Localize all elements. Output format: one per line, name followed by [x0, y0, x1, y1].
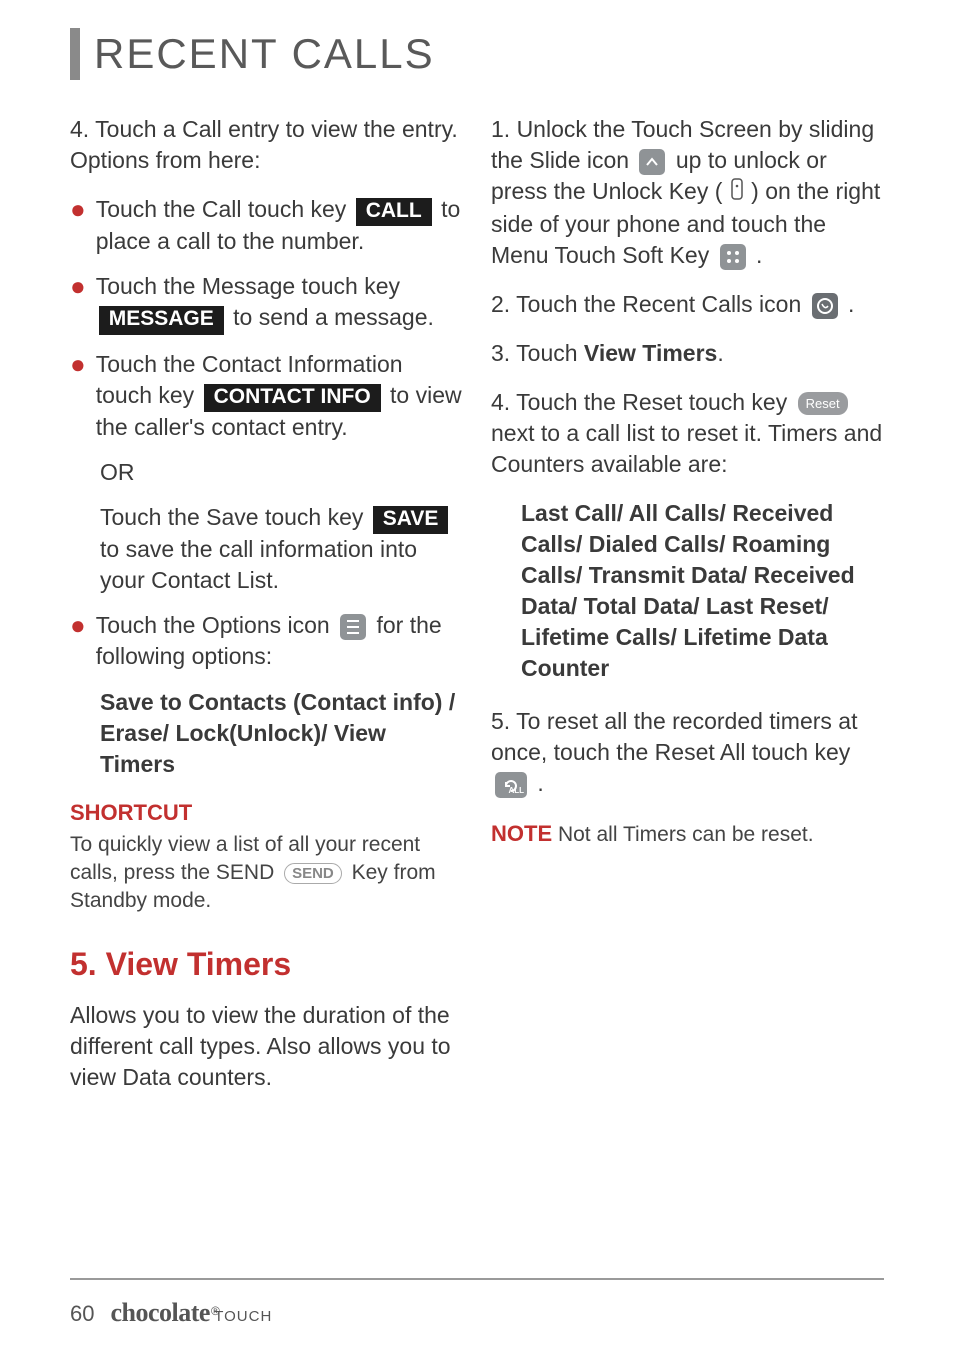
- reset-all-icon[interactable]: ALL: [495, 772, 527, 798]
- s5-pre: 5. To reset all the recorded timers at o…: [491, 708, 857, 765]
- page-footer: 60 chocolate® TOUCH: [70, 1278, 884, 1328]
- page-title-block: RECENT CALLS: [70, 28, 884, 80]
- s1-end: .: [756, 242, 762, 268]
- bullet-options-content: Touch the Options icon for the following…: [96, 610, 463, 672]
- title-accent-bar: [70, 28, 80, 80]
- bullet-save-pre: Touch the Save touch key: [100, 504, 370, 530]
- note-heading: NOTE: [491, 821, 552, 846]
- bullet-contact-info: ● Touch the Contact Information touch ke…: [70, 349, 463, 443]
- bullet-save-post: to save the call information into your C…: [100, 536, 417, 593]
- bullet-dot-icon: ●: [70, 273, 86, 334]
- bullet-message-pre: Touch the Message touch key: [96, 273, 400, 299]
- message-key[interactable]: MESSAGE: [99, 306, 224, 334]
- s3-end: .: [717, 340, 723, 366]
- s3-bold: View Timers: [584, 340, 717, 366]
- s4-post: next to a call list to reset it. Timers …: [491, 420, 882, 477]
- options-icon[interactable]: [340, 614, 366, 640]
- note-block: NOTE Not all Timers can be reset.: [491, 819, 884, 849]
- right-step-2: 2. Touch the Recent Calls icon .: [491, 289, 884, 320]
- contact-info-key[interactable]: CONTACT INFO: [204, 384, 381, 412]
- bullet-message: ● Touch the Message touch key MESSAGE to…: [70, 271, 463, 334]
- page-number: 60: [70, 1301, 94, 1327]
- page-title: RECENT CALLS: [94, 28, 435, 80]
- left-step-4: 4. Touch a Call entry to view the entry.…: [70, 114, 463, 176]
- bullet-dot-icon: ●: [70, 351, 86, 443]
- shortcut-heading: SHORTCUT: [70, 798, 463, 828]
- options-list: Save to Contacts (Contact info) / Erase/…: [100, 687, 463, 780]
- bullet-message-post: to send a message.: [233, 304, 434, 330]
- footer-row: 60 chocolate® TOUCH: [70, 1298, 884, 1328]
- unlock-key-icon[interactable]: [731, 177, 743, 208]
- reset-key[interactable]: Reset: [798, 392, 848, 416]
- bullet-options: ● Touch the Options icon for the followi…: [70, 610, 463, 672]
- bullet-contact-info-content: Touch the Contact Information touch key …: [96, 349, 463, 443]
- or-label: OR: [100, 457, 463, 488]
- s2-pre: 2. Touch the Recent Calls icon: [491, 291, 808, 317]
- menu-soft-key-icon[interactable]: [720, 244, 746, 270]
- timers-list: Last Call/ All Calls/ Received Calls/ Di…: [521, 498, 884, 684]
- right-step-4: 4. Touch the Reset touch key Reset next …: [491, 387, 884, 480]
- s2-end: .: [848, 291, 854, 317]
- save-key[interactable]: SAVE: [373, 506, 449, 534]
- shortcut-body: To quickly view a list of all your recen…: [70, 831, 463, 914]
- content-columns: 4. Touch a Call entry to view the entry.…: [70, 114, 884, 1093]
- recent-calls-icon[interactable]: [812, 293, 838, 319]
- footer-divider: [70, 1278, 884, 1280]
- s3-pre: 3. Touch: [491, 340, 584, 366]
- right-column: 1. Unlock the Touch Screen by sliding th…: [491, 114, 884, 1093]
- note-body: Not all Timers can be reset.: [552, 823, 813, 846]
- bullet-opt-pre: Touch the Options icon: [96, 612, 336, 638]
- brand-name: chocolate: [110, 1298, 209, 1327]
- bullet-message-content: Touch the Message touch key MESSAGE to s…: [96, 271, 463, 334]
- s4-pre: 4. Touch the Reset touch key: [491, 389, 794, 415]
- bullet-dot-icon: ●: [70, 612, 86, 672]
- save-block: Touch the Save touch key SAVE to save th…: [100, 502, 463, 596]
- send-key-icon[interactable]: SEND: [284, 863, 342, 885]
- brand-sub: TOUCH: [214, 1308, 272, 1325]
- bullet-call-pre: Touch the Call touch key: [96, 196, 353, 222]
- s5-end: .: [537, 770, 543, 796]
- slide-up-icon[interactable]: [639, 149, 665, 175]
- left-column: 4. Touch a Call entry to view the entry.…: [70, 114, 463, 1093]
- section-5-body: Allows you to view the duration of the d…: [70, 1000, 463, 1093]
- section-5-title: 5. View Timers: [70, 943, 463, 986]
- brand-block: chocolate® TOUCH: [110, 1298, 272, 1328]
- bullet-call: ● Touch the Call touch key CALL to place…: [70, 194, 463, 257]
- call-key[interactable]: CALL: [356, 198, 432, 226]
- right-step-1: 1. Unlock the Touch Screen by sliding th…: [491, 114, 884, 271]
- bullet-call-content: Touch the Call touch key CALL to place a…: [96, 194, 463, 257]
- bullet-dot-icon: ●: [70, 196, 86, 257]
- right-step-3: 3. Touch View Timers.: [491, 338, 884, 369]
- right-step-5: 5. To reset all the recorded timers at o…: [491, 706, 884, 799]
